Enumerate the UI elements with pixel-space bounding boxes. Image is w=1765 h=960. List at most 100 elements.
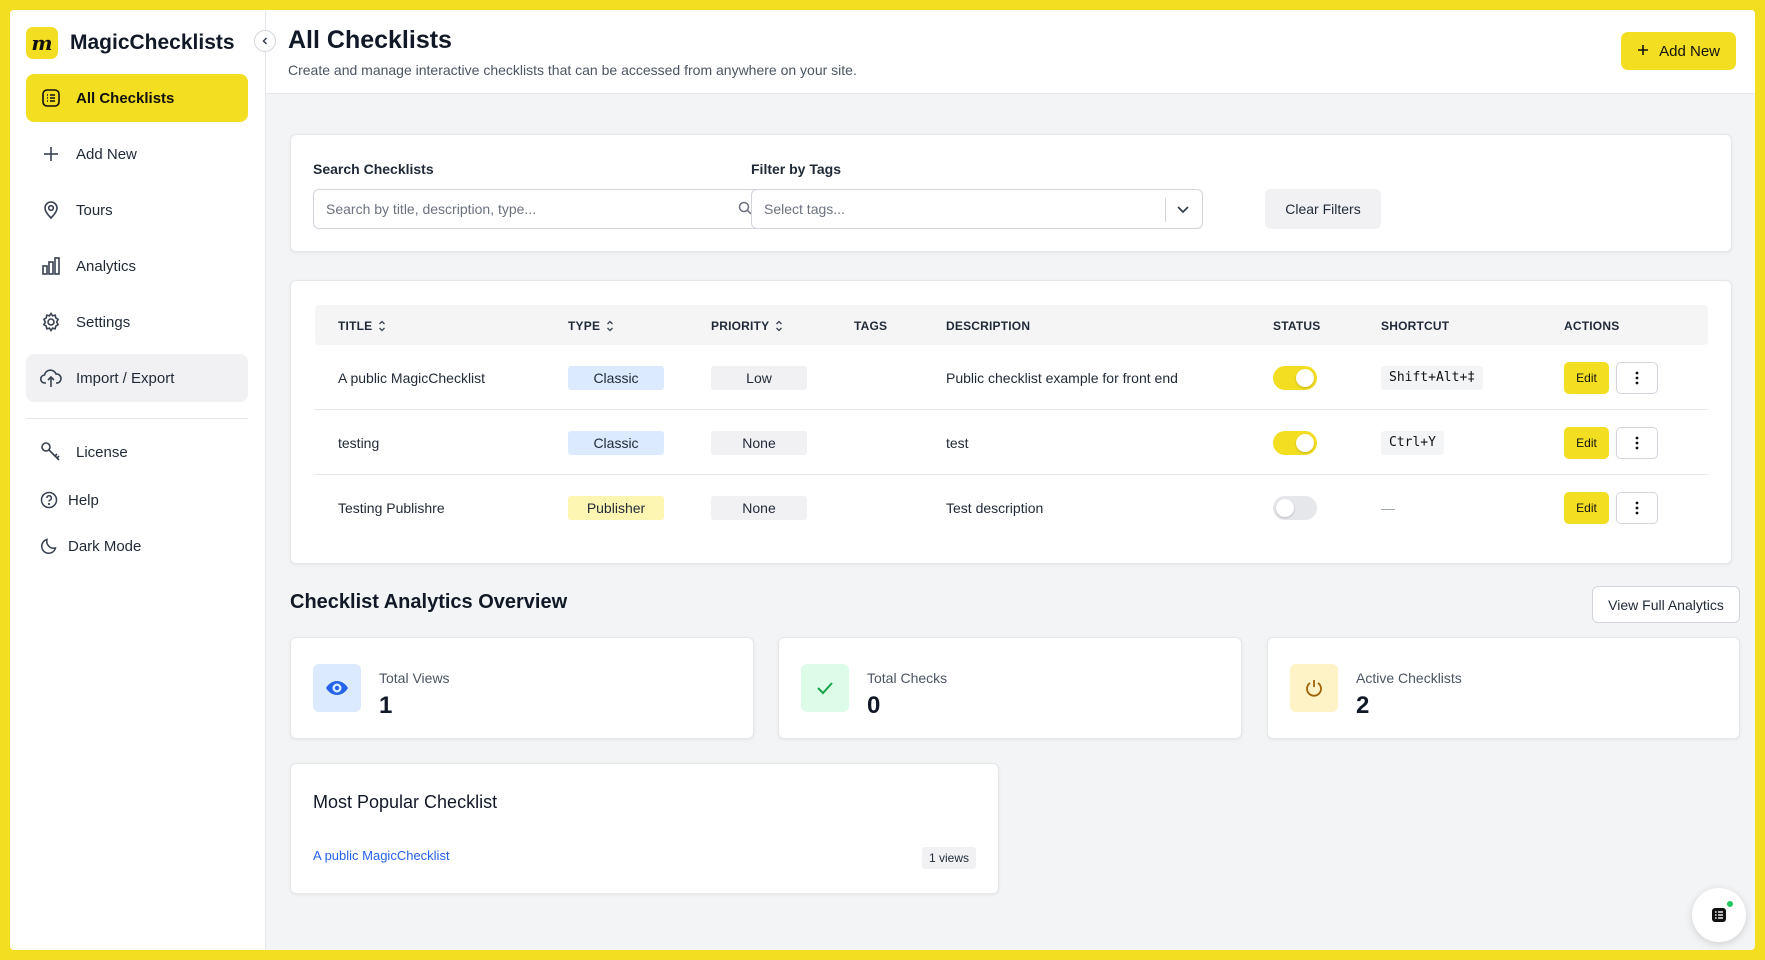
edit-button[interactable]: Edit <box>1564 491 1609 524</box>
cloud-upload-icon <box>40 367 62 389</box>
priority-badge: None <box>711 430 807 455</box>
more-vertical-icon <box>1635 436 1639 449</box>
type-badge: Classic <box>568 430 664 455</box>
brand[interactable]: m MagicChecklists <box>26 27 235 59</box>
more-actions-button[interactable] <box>1616 361 1658 394</box>
row-description: test <box>946 434 969 451</box>
brand-logo: m <box>26 27 58 59</box>
column-title[interactable]: TITLE <box>338 319 386 333</box>
column-actions: ACTIONS <box>1564 319 1619 333</box>
tags-label: Filter by Tags <box>751 161 841 177</box>
analytics-section-title: Checklist Analytics Overview <box>290 591 568 613</box>
stat-value: 1 <box>379 692 393 719</box>
search-label: Search Checklists <box>313 161 434 177</box>
table-row[interactable]: Testing Publishre Publisher None Test de… <box>315 475 1708 540</box>
checklist-icon <box>1712 908 1726 922</box>
stat-value: 0 <box>867 692 881 719</box>
column-label: TAGS <box>854 319 888 333</box>
views-badge: 1 views <box>921 847 976 869</box>
plus-icon <box>40 143 62 165</box>
app-frame: m MagicChecklists All Checklists Add New <box>10 10 1755 950</box>
column-label: PRIORITY <box>711 319 770 333</box>
sidebar-item-all-checklists[interactable]: All Checklists <box>26 74 248 122</box>
stat-label: Active Checklists <box>1356 670 1462 686</box>
status-toggle[interactable] <box>1273 365 1317 390</box>
column-label: SHORTCUT <box>1381 319 1450 333</box>
search-input[interactable] <box>326 201 738 217</box>
sidebar-item-label: Help <box>68 491 99 509</box>
add-new-button[interactable]: Add New <box>1621 32 1736 70</box>
shortcut-badge: Shift+Alt+‡ <box>1381 365 1484 390</box>
map-pin-icon <box>40 199 62 221</box>
filters-card: Search Checklists Filter by Tags Select … <box>290 134 1732 252</box>
more-actions-button[interactable] <box>1616 491 1658 524</box>
sidebar-item-tours[interactable]: Tours <box>26 186 248 234</box>
bar-chart-icon <box>40 255 62 277</box>
tags-select[interactable]: Select tags... <box>751 189 1203 229</box>
row-title[interactable]: testing <box>338 410 379 475</box>
search-field[interactable] <box>313 189 765 229</box>
chevron-left-icon <box>262 37 268 45</box>
sort-icon <box>379 320 386 332</box>
brand-name: MagicChecklists <box>70 31 235 54</box>
table-row[interactable]: A public MagicChecklist Classic Low Publ… <box>315 345 1708 410</box>
sidebar-collapse-button[interactable] <box>254 30 276 52</box>
column-status: STATUS <box>1273 319 1320 333</box>
most-popular-link[interactable]: A public MagicChecklist <box>313 848 450 863</box>
type-badge: Classic <box>568 365 664 390</box>
column-label: TYPE <box>568 319 601 333</box>
sidebar-item-import-export[interactable]: Import / Export <box>26 354 248 402</box>
more-actions-button[interactable] <box>1616 426 1658 459</box>
sidebar-item-label: Import / Export <box>76 369 175 387</box>
sidebar-nav: All Checklists Add New Tours Analytics S… <box>26 74 248 579</box>
checklist-launcher-button[interactable] <box>1692 888 1746 942</box>
moon-icon <box>40 535 58 557</box>
edit-button[interactable]: Edit <box>1564 426 1609 459</box>
sidebar-divider <box>26 418 248 419</box>
sidebar-item-label: Dark Mode <box>68 537 142 555</box>
select-separator <box>1165 198 1166 222</box>
page-title: All Checklists <box>288 26 452 54</box>
chevron-down-icon[interactable] <box>1174 200 1192 221</box>
column-type[interactable]: TYPE <box>568 319 614 333</box>
table-row[interactable]: testing Classic None test Ctrl+Y Edit <box>315 410 1708 475</box>
toggle-knob <box>1296 368 1314 387</box>
eye-icon <box>313 664 361 712</box>
page-subtitle: Create and manage interactive checklists… <box>288 62 857 78</box>
sidebar-item-label: All Checklists <box>76 89 175 107</box>
most-popular-title: Most Popular Checklist <box>313 792 498 812</box>
tags-placeholder: Select tags... <box>764 201 845 217</box>
clear-filters-button[interactable]: Clear Filters <box>1265 189 1381 229</box>
view-full-analytics-button[interactable]: View Full Analytics <box>1592 586 1740 623</box>
sidebar-item-label: Add New <box>76 145 137 163</box>
list-icon <box>40 87 62 109</box>
sidebar-item-label: Analytics <box>76 257 137 275</box>
sidebar-item-help[interactable]: Help <box>26 481 248 519</box>
row-title[interactable]: Testing Publishre <box>338 475 445 540</box>
priority-badge: None <box>711 495 807 520</box>
row-description: Public checklist example for front end <box>946 369 1178 386</box>
sort-icon <box>776 320 783 332</box>
plus-icon <box>1637 43 1649 60</box>
status-toggle[interactable] <box>1273 430 1317 455</box>
status-toggle[interactable] <box>1273 495 1317 520</box>
column-label: TITLE <box>338 319 373 333</box>
column-priority[interactable]: PRIORITY <box>711 319 783 333</box>
edit-button[interactable]: Edit <box>1564 361 1609 394</box>
sidebar-item-label: License <box>76 443 128 461</box>
sidebar-item-label: Settings <box>76 313 131 331</box>
sidebar-item-analytics[interactable]: Analytics <box>26 242 248 290</box>
sidebar-item-dark-mode[interactable]: Dark Mode <box>26 527 248 565</box>
column-shortcut: SHORTCUT <box>1381 319 1449 333</box>
sidebar-item-add-new[interactable]: Add New <box>26 130 248 178</box>
sidebar-item-settings[interactable]: Settings <box>26 298 248 346</box>
sidebar-item-license[interactable]: License <box>26 433 248 471</box>
check-icon <box>801 664 849 712</box>
column-description: DESCRIPTION <box>946 319 1030 333</box>
stat-label: Total Views <box>379 670 450 686</box>
checklists-table: TITLE TYPE PRIORITY TAGS DESCRIPTION STA… <box>290 280 1732 564</box>
row-title[interactable]: A public MagicChecklist <box>338 345 485 410</box>
power-icon <box>1290 664 1338 712</box>
page-header: All Checklists Create and manage interac… <box>266 10 1755 94</box>
type-badge: Publisher <box>568 495 664 520</box>
